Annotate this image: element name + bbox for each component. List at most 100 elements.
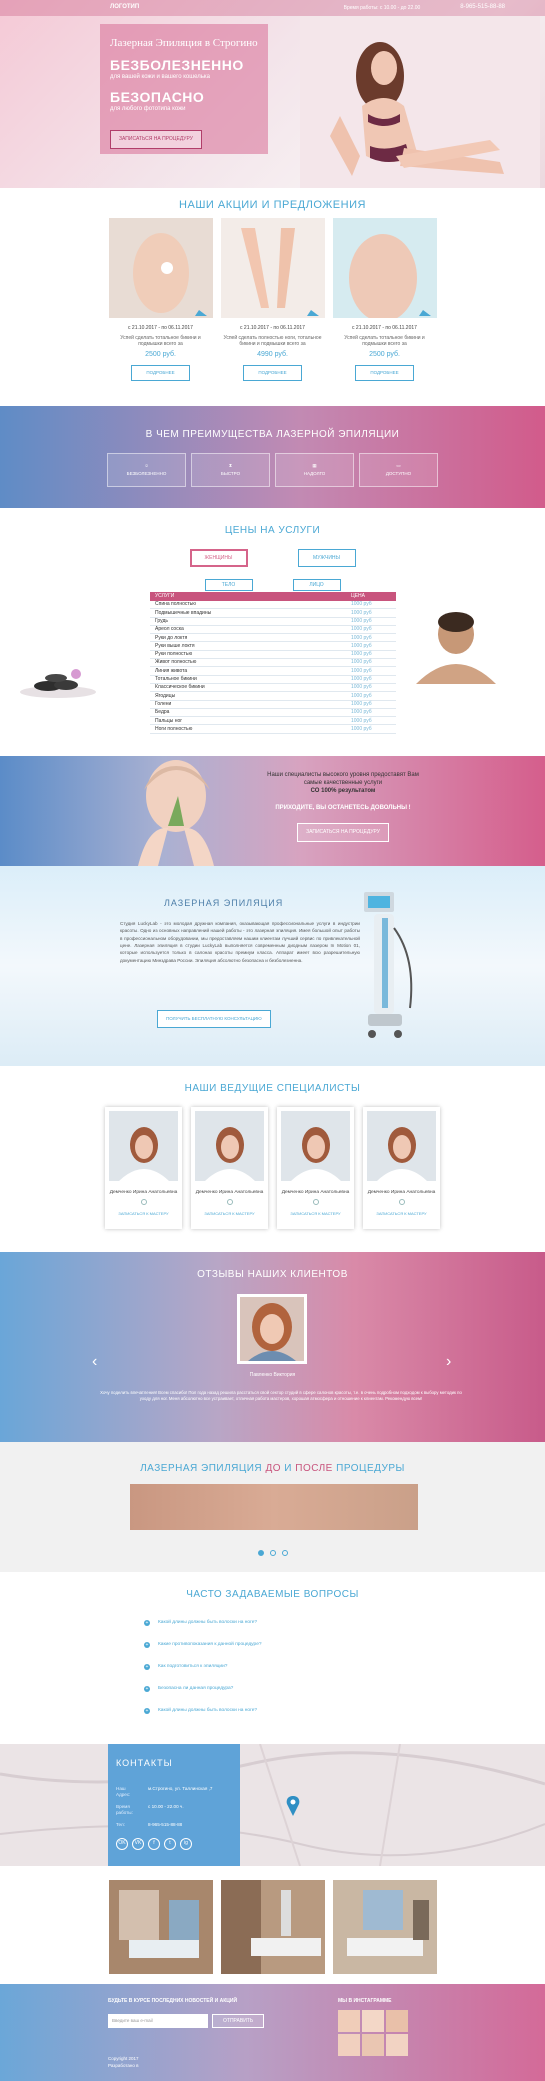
slider-dot[interactable] (269, 1550, 276, 1556)
specialist-card: Демченко Ирина Анатольевна ЗАПИСАТЬСЯ К … (363, 1107, 440, 1229)
instagram-photo[interactable] (362, 2010, 384, 2032)
book-specialist-link[interactable]: ЗАПИСАТЬСЯ К МАСТЕРУ (367, 1211, 436, 1216)
vk-icon[interactable]: VK (132, 1837, 144, 1850)
specialist-photo (367, 1111, 436, 1181)
instagram-photo[interactable] (386, 2034, 408, 2056)
plus-icon[interactable]: + (144, 1686, 150, 1692)
specialist-photo (109, 1111, 178, 1181)
promo-more-button[interactable]: ПОДРОБНЕЕ (131, 364, 190, 381)
book-specialist-link[interactable]: ЗАПИСАТЬСЯ К МАСТЕРУ (281, 1211, 350, 1216)
advantage-item: ⧗ БЫСТРО (191, 453, 270, 487)
promo-image (108, 218, 213, 319)
instagram-icon[interactable]: ig (180, 1837, 192, 1850)
promo-banner-cta[interactable]: ЗАПИСАТЬСЯ НА ПРОЦЕДУРУ (297, 823, 389, 842)
service-name: Спина полностью (150, 600, 346, 610)
tab-men[interactable]: МУЖЧИНЫ (297, 549, 356, 567)
copyright: Copyright 2017 Разработано в (108, 2056, 139, 2070)
faq-item[interactable]: + Какие противопоказания к данной процеду… (144, 1634, 262, 1656)
service-name: Живот полностью (150, 658, 346, 668)
salon-photo[interactable] (332, 1880, 437, 1974)
before-after-image[interactable] (130, 1484, 418, 1530)
price-row: Тотальное бикини 1000 руб (150, 675, 396, 684)
tab-body[interactable]: ТЕЛО (204, 579, 253, 591)
map-pin-icon[interactable] (286, 1796, 300, 1816)
faq-item[interactable]: + Безопасна ли данная процедура? (144, 1678, 262, 1700)
plus-icon[interactable]: + (144, 1664, 150, 1670)
promo-price: 2500 руб. (145, 350, 176, 358)
promo-line-2: СО 100% результатом (310, 787, 376, 794)
service-name: Грудь (150, 617, 346, 626)
faq-item[interactable]: + Какой длины должны быть волоски на ноге… (144, 1700, 262, 1722)
prices-section: ЦЕНЫ НА УСЛУГИ ЖЕНЩИНЫ МУЖЧИНЫ ТЕЛО ЛИЦО… (0, 508, 545, 756)
service-price: 1000 руб (346, 608, 396, 618)
book-specialist-link[interactable]: ЗАПИСАТЬСЯ К МАСТЕРУ (195, 1211, 264, 1216)
phone-label: Тел: (116, 1821, 125, 1827)
service-name: Ягодицы (150, 691, 346, 701)
service-price: 1000 руб (346, 683, 396, 693)
email-input[interactable]: Введите ваш e-mail (108, 2014, 208, 2028)
map[interactable] (0, 1744, 545, 1866)
specialists-section: НАШИ ВЕДУЩИЕ СПЕЦИАЛИСТЫ Демченко Ирина … (0, 1066, 545, 1252)
price-row: Ноги полностью 1000 руб (150, 724, 396, 734)
contacts-section: КОНТАКТЫ Наш Адрес: м.Строгино, ул. Талли… (0, 1744, 545, 1866)
instagram-photo[interactable] (386, 2010, 408, 2032)
salon-photo[interactable] (108, 1880, 213, 1974)
before-after-section: ЛАЗЕРНАЯ ЭПИЛЯЦИЯ ДО И ПОСЛЕ ПРОЦЕДУРЫ (0, 1442, 545, 1572)
tab-face[interactable]: ЛИЦО (292, 579, 341, 591)
logo[interactable]: ЛОГОТИП (110, 4, 139, 12)
slider-dot[interactable] (257, 1550, 264, 1556)
slider-dots (0, 1550, 545, 1556)
promo-desc: Успей сделать тотальное бикини и подмышк… (344, 334, 425, 348)
slider-dot[interactable] (281, 1550, 288, 1556)
service-price: 1000 руб (346, 658, 396, 668)
ba-title-after: ПОСЛЕ (295, 1463, 333, 1474)
subscribe-button[interactable]: ОТПРАВИТЬ (212, 2014, 265, 2028)
review-text: Хочу поделить впечатления! Всем спасибо!… (100, 1390, 462, 1402)
specialist-card: Демченко Ирина Анатольевна ЗАПИСАТЬСЯ К … (191, 1107, 268, 1229)
phone-number[interactable]: 8-965-515-88-88 (460, 4, 505, 12)
instagram-photo[interactable] (338, 2010, 360, 2032)
plus-icon[interactable]: + (144, 1620, 150, 1626)
tab-women[interactable]: ЖЕНЩИНЫ (189, 549, 248, 567)
service-name: Классическое бикини (150, 683, 346, 693)
faq-item[interactable]: + Какой длины должны быть волоски на ноге… (144, 1612, 262, 1634)
hero-headline-1: БЕЗБОЛЕЗНЕННО (110, 57, 244, 74)
odnoklassniki-icon[interactable]: OK (116, 1837, 128, 1850)
address-label: Наш Адрес: (116, 1785, 131, 1797)
info-icon (312, 1199, 319, 1206)
phone-value[interactable]: 8-965-515-88-88 (148, 1822, 182, 1828)
consultation-button[interactable]: ПОЛУЧИТЬ БЕСПЛАТНУЮ КОНСУЛЬТАЦИЮ (157, 1010, 271, 1028)
promo-date: с 21.10.2017 - по 06.11.2017 (128, 325, 193, 332)
hero-cta-button[interactable]: ЗАПИСАТЬСЯ НА ПРОЦЕДУРУ (110, 130, 202, 149)
copyright-text: Copyright 2017 (108, 2056, 139, 2061)
advantages-section: В ЧЕМ ПРЕИМУЩЕСТВА ЛАЗЕРНОЙ ЭПИЛЯЦИИ ☺ БЕ… (0, 406, 545, 508)
price-row: Грудь 1000 руб (150, 617, 396, 626)
book-specialist-link[interactable]: ЗАПИСАТЬСЯ К МАСТЕРУ (109, 1211, 178, 1216)
plus-icon[interactable]: + (144, 1642, 150, 1648)
smile-icon: ☺ (144, 463, 149, 469)
prev-arrow-icon[interactable]: ‹ (92, 1352, 97, 1373)
promo-desc: Успей сделать полностью ноги, тотальное … (223, 334, 322, 348)
promo-more-button[interactable]: ПОДРОБНЕЕ (355, 364, 414, 381)
service-name: Бедра (150, 708, 346, 718)
next-arrow-icon[interactable]: › (446, 1352, 451, 1373)
salon-photo[interactable] (220, 1880, 325, 1974)
faq-section: ЧАСТО ЗАДАВАЕМЫЕ ВОПРОСЫ + Какой длины до… (0, 1572, 545, 1744)
instagram-photo[interactable] (362, 2034, 384, 2056)
facebook-icon[interactable]: f (148, 1837, 160, 1850)
faq-item[interactable]: + Как подготовиться к эпиляции? (144, 1656, 262, 1678)
specialist-name: Демченко Ирина Анатольевна (195, 1190, 264, 1196)
faq-question: Как подготовиться к эпиляции? (158, 1663, 228, 1669)
specialist-card: Демченко Ирина Анатольевна ЗАПИСАТЬСЯ К … (105, 1107, 182, 1229)
calendar-icon: ▦ (312, 463, 317, 469)
faq-title: ЧАСТО ЗАДАВАЕМЫЕ ВОПРОСЫ (186, 1589, 359, 1600)
service-price: 1000 руб (346, 691, 396, 701)
instagram-photo[interactable] (338, 2034, 360, 2056)
hero-headline-2: БЕЗОПАСНО (110, 89, 205, 106)
plus-icon[interactable]: + (144, 1708, 150, 1714)
twitter-icon[interactable]: t (164, 1837, 176, 1850)
advantage-item: ☺ БЕЗБОЛЕЗНЕННО (107, 453, 186, 487)
promo-more-button[interactable]: ПОДРОБНЕЕ (243, 364, 302, 381)
reviews-section: ОТЗЫВЫ НАШИХ КЛИЕНТОВ ‹ › Павленко Викто… (0, 1252, 545, 1442)
work-hours: Время работы: с 10.00 - до 22.00 (343, 4, 421, 11)
